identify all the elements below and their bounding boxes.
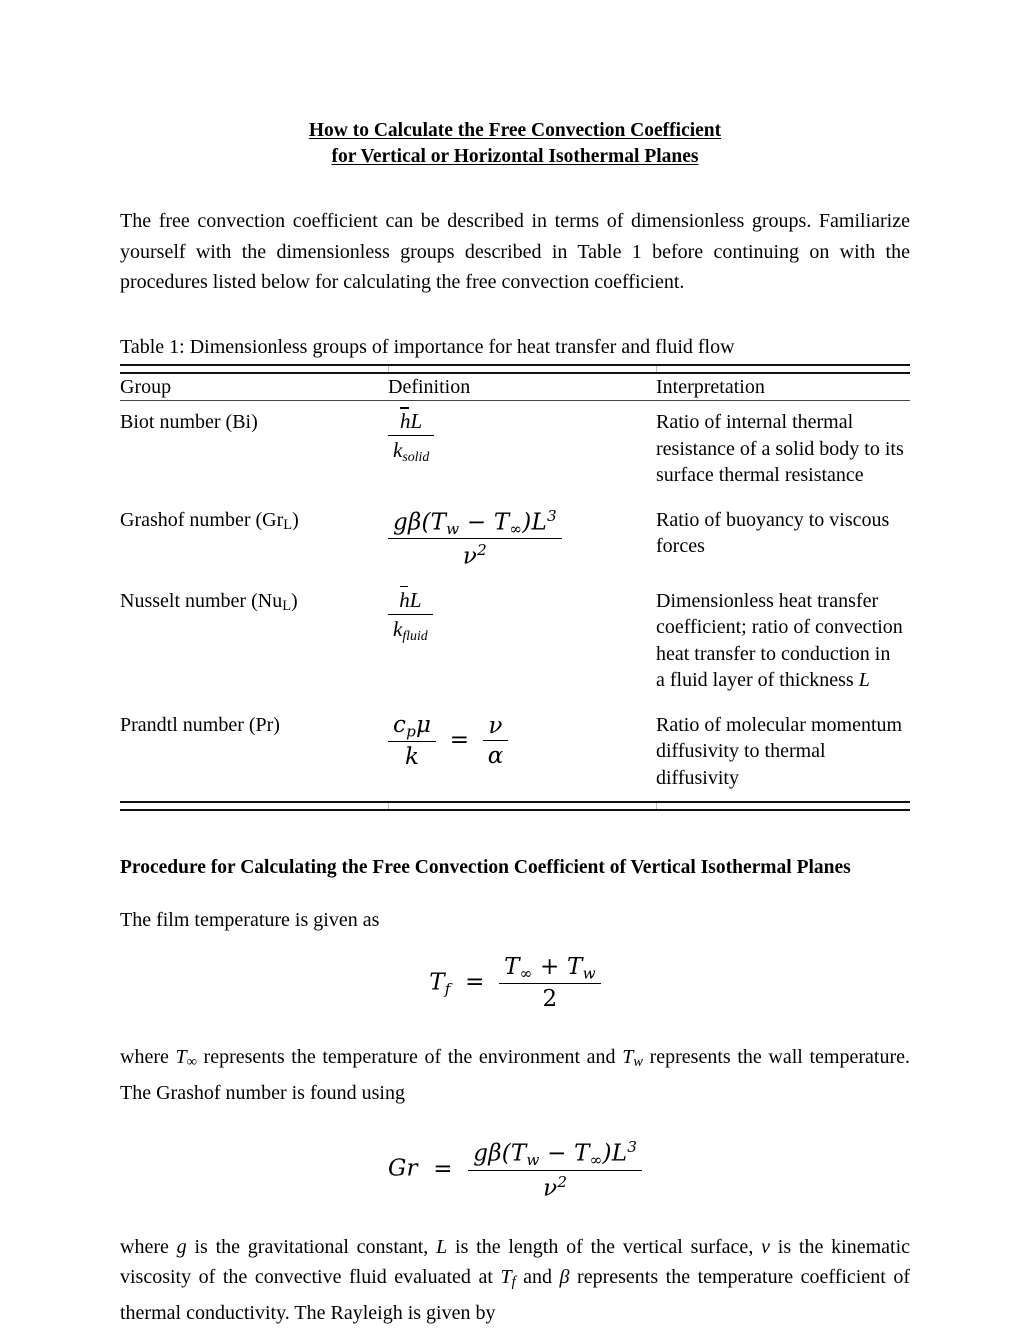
interp-line: a fluid layer of thickness L	[656, 669, 870, 692]
table-top-rule	[120, 363, 910, 374]
group-label: Nusselt number (Nu	[120, 589, 283, 612]
document-content: How to Calculate the Free Convection Coe…	[120, 0, 910, 1328]
row-definition-grashof: gβ(Tw − T∞)L3 ν2	[388, 499, 656, 580]
symbol-t-infinity: T∞	[175, 1046, 197, 1071]
page-title: How to Calculate the Free Convection Coe…	[120, 118, 910, 170]
interp-line: Ratio of molecular momentum	[656, 713, 903, 736]
interp-line: coefficient; ratio of convection	[656, 616, 903, 639]
text-segment: and	[515, 1266, 560, 1289]
text-segment: is the length of the vertical surface,	[447, 1235, 762, 1258]
table-row: Prandtl number (Pr) cpμ k = ν α Ratio of…	[120, 704, 910, 802]
table-header-row: Group Definition Interpretation	[120, 374, 910, 401]
row-interpretation-biot: Ratio of internal thermal resistance of …	[656, 401, 910, 499]
group-subscript: L	[282, 597, 291, 614]
column-header-interpretation: Interpretation	[656, 375, 765, 398]
table-bottom-rule	[120, 801, 910, 812]
symbol-t-wall: Tw	[622, 1046, 643, 1071]
row-group-nusselt: Nusselt number (NuL)	[120, 580, 388, 704]
interp-line: resistance of a solid body to its	[656, 437, 904, 460]
column-header-definition: Definition	[388, 375, 471, 398]
symbol-beta: β	[559, 1266, 570, 1289]
title-line-2: for Vertical or Horizontal Isothermal Pl…	[331, 146, 699, 167]
row-interpretation-grashof: Ratio of buoyancy to viscous forces	[656, 499, 910, 580]
equation-grashof: gβ(Tw − T∞)L3 ν2	[388, 507, 562, 570]
interp-line: Ratio of buoyancy to viscous	[656, 508, 890, 531]
row-group-prandtl: Prandtl number (Pr)	[120, 713, 280, 736]
interp-line: diffusivity to thermal	[656, 740, 826, 763]
symbol-g: g	[176, 1235, 187, 1258]
equation-grashof-body: Gr = gβ(Tw − T∞)L3 ν2	[388, 1138, 643, 1202]
group-label: Grashof number (Gr	[120, 508, 284, 531]
closing-paragraph: where g is the gravitational constant, L…	[120, 1232, 910, 1328]
group-suffix: )	[292, 508, 299, 531]
interp-line: Dimensionless heat transfer	[656, 589, 879, 612]
group-subscript: L	[283, 516, 293, 533]
title-line-1: How to Calculate the Free Convection Coe…	[308, 120, 722, 141]
table-row: Nusselt number (NuL) hL kfluid Dimension…	[120, 580, 910, 704]
dimensionless-groups-table: Group Definition Interpretation Biot num…	[120, 363, 910, 812]
row-definition-biot: hL ksolid	[388, 401, 656, 499]
equation-prandtl: cpμ k = ν α	[388, 712, 509, 770]
row-definition-prandtl: cpμ k = ν α	[388, 704, 656, 802]
group-suffix: )	[291, 589, 298, 612]
equation-biot: hL ksolid	[388, 407, 435, 465]
table-row: Biot number (Bi) hL ksolid Ratio of inte…	[120, 401, 910, 499]
equation-film-temperature: Tf = T∞ + Tw 2	[429, 954, 601, 1012]
interp-line: forces	[656, 535, 705, 557]
row-group-grashof: Grashof number (GrL)	[120, 499, 388, 580]
procedure-heading: Procedure for Calculating the Free Conve…	[120, 857, 851, 879]
row-interpretation-nusselt: Dimensionless heat transfer coefficient;…	[656, 580, 910, 704]
text-segment: where	[120, 1235, 177, 1258]
symbol-L: L	[436, 1235, 448, 1258]
intro-paragraph: The free convection coefficient can be d…	[120, 210, 910, 293]
interp-line: heat transfer to conduction in	[656, 642, 891, 665]
film-temperature-lead: The film temperature is given as	[120, 909, 380, 932]
text-segment: represents the temperature of the enviro…	[196, 1046, 623, 1069]
text-segment: is the gravitational constant,	[186, 1235, 437, 1258]
symbol-t-film: Tf	[500, 1266, 516, 1291]
symbol-nu: ν	[761, 1235, 770, 1258]
interp-line: surface thermal resistance	[656, 464, 864, 486]
row-definition-nusselt: hL kfluid	[388, 580, 656, 704]
table-row: Grashof number (GrL) gβ(Tw − T∞)L3 ν2 Ra…	[120, 499, 910, 580]
text-segment: where	[120, 1046, 176, 1069]
grashof-equation-wrap: Gr = gβ(Tw − T∞)L3 ν2	[120, 1138, 910, 1202]
film-temperature-equation-wrap: Tf = T∞ + Tw 2	[120, 954, 910, 1012]
document-page: How to Calculate the Free Convection Coe…	[0, 0, 1020, 1324]
column-header-group: Group	[120, 375, 172, 398]
table-caption: Table 1: Dimensionless groups of importa…	[120, 335, 735, 358]
after-film-paragraph: where T∞ represents the temperature of t…	[120, 1042, 910, 1108]
row-group-biot: Biot number (Bi)	[120, 411, 258, 433]
interp-line: diffusivity	[656, 766, 739, 789]
equation-nusselt: hL kfluid	[388, 586, 433, 644]
row-interpretation-prandtl: Ratio of molecular momentum diffusivity …	[656, 704, 910, 802]
interp-line: Ratio of internal thermal	[656, 411, 854, 433]
